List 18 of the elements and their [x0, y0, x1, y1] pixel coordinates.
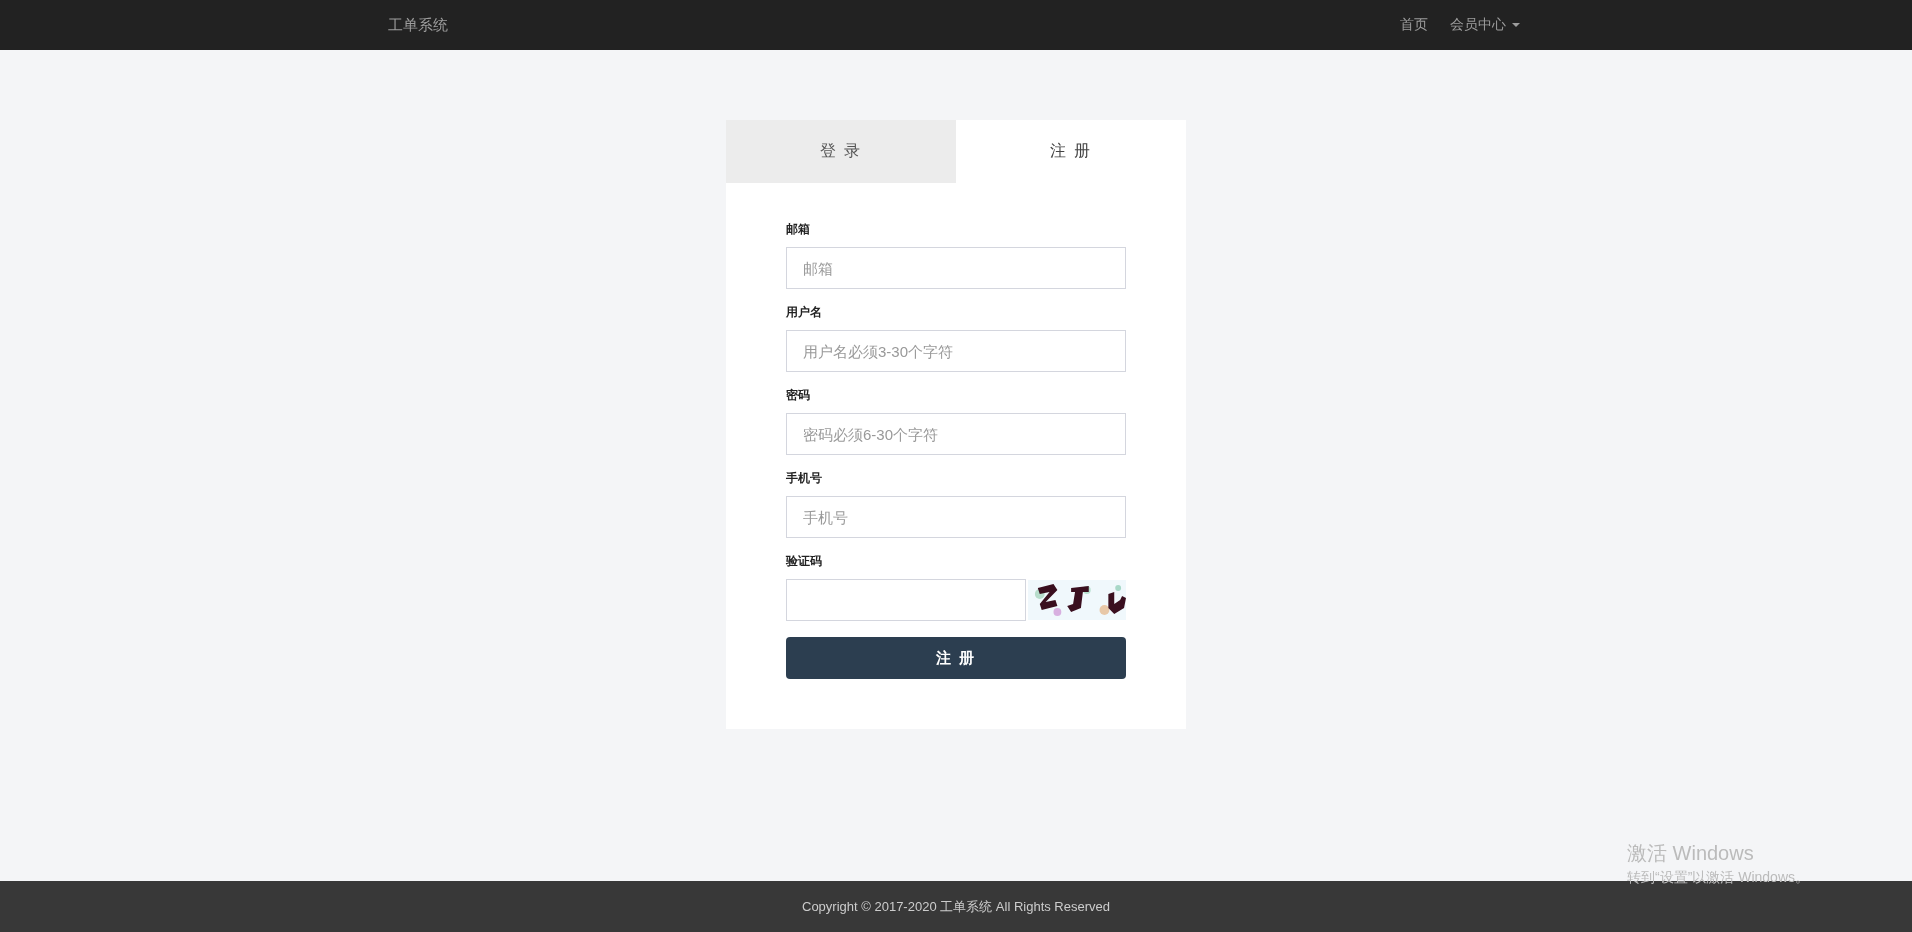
dropdown-link[interactable]: 会员中心: [1450, 16, 1520, 34]
copyright-text: Copyright © 2017-2020 工单系统 All Rights Reserved: [802, 897, 1110, 916]
brand-link[interactable]: 工单系统: [386, 15, 450, 35]
field-label: 用户名: [786, 304, 823, 321]
register-button[interactable]: 注 册: [786, 637, 1126, 679]
captcha-field[interactable]: [786, 579, 1026, 621]
field-label: 密码: [786, 387, 811, 404]
activation-text: 转到“设置”以激活 Windows。: [1627, 869, 1809, 887]
nav-link[interactable]: 首页: [1400, 16, 1428, 34]
field-label: 验证码: [786, 553, 823, 570]
activation-title: 激活 Windows: [1627, 841, 1755, 866]
field-label: 手机号: [786, 470, 823, 487]
tab[interactable]: 登 录: [726, 120, 956, 183]
input-field[interactable]: 密码必须6-30个字符: [786, 413, 1126, 455]
input-field[interactable]: 手机号: [786, 496, 1126, 538]
field-label: 邮箱: [786, 221, 811, 238]
input-field[interactable]: 邮箱: [786, 247, 1126, 289]
input-field[interactable]: 用户名必须3-30个字符: [786, 330, 1126, 372]
